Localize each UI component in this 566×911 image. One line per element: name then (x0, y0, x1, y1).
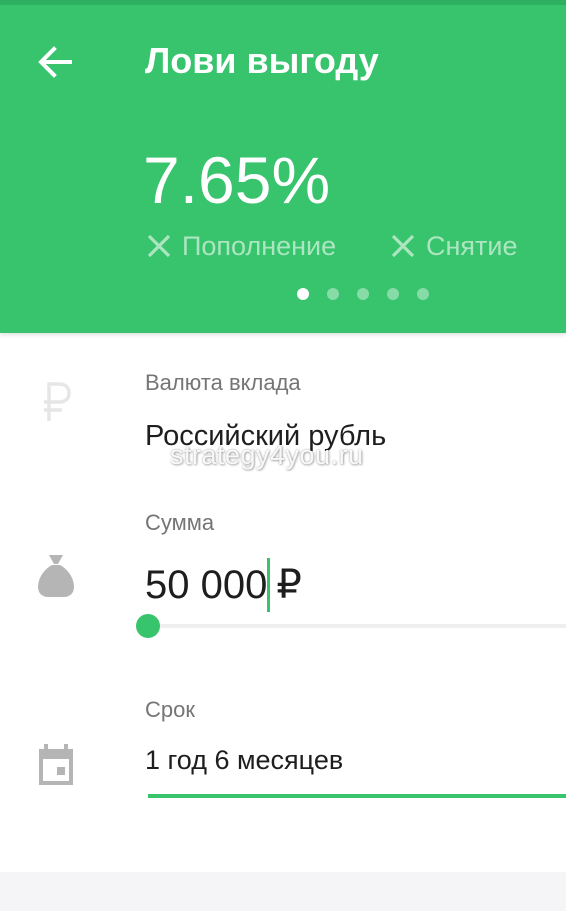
x-icon (391, 234, 415, 258)
bottom-panel (0, 872, 566, 911)
condition-label: Пополнение (182, 230, 337, 261)
page-dot[interactable] (417, 288, 429, 300)
status-strip (0, 0, 566, 5)
amount-label: Сумма (145, 510, 215, 535)
calendar-icon (39, 744, 73, 785)
amount-input[interactable]: 50 000 ₽ (145, 558, 302, 612)
term-label: Срок (145, 697, 195, 722)
condition-label: Снятие (426, 230, 518, 261)
condition-replenishment: Пополнение (146, 228, 336, 264)
interest-rate: 7.65% (143, 143, 331, 217)
page-title: Лови выгоду (145, 40, 379, 81)
amount-slider-thumb[interactable] (136, 614, 160, 638)
term-underline (148, 794, 566, 798)
term-value[interactable]: 1 год 6 месяцев (145, 745, 343, 776)
x-icon (147, 234, 171, 258)
deposit-screen: Лови выгоду 7.65% Пополнение Снятие Валю… (0, 0, 566, 911)
page-dot[interactable] (297, 288, 309, 300)
page-dot[interactable] (327, 288, 339, 300)
currency-label: Валюта вклада (145, 370, 301, 395)
page-dot[interactable] (387, 288, 399, 300)
watermark: strategy4you.ru (170, 440, 364, 470)
condition-withdrawal: Снятие (390, 228, 518, 264)
page-indicator[interactable] (297, 288, 429, 300)
amount-value: 50 000 (145, 562, 268, 607)
page-dot[interactable] (357, 288, 369, 300)
text-caret (267, 558, 271, 612)
ruble-icon (44, 382, 71, 421)
arrow-left-icon (38, 46, 72, 78)
money-bag-icon (38, 555, 74, 597)
currency-symbol: ₽ (276, 563, 302, 607)
deposit-header: Лови выгоду 7.65% Пополнение Снятие (0, 0, 566, 333)
back-button[interactable] (30, 38, 82, 86)
amount-slider-track[interactable] (148, 624, 566, 628)
